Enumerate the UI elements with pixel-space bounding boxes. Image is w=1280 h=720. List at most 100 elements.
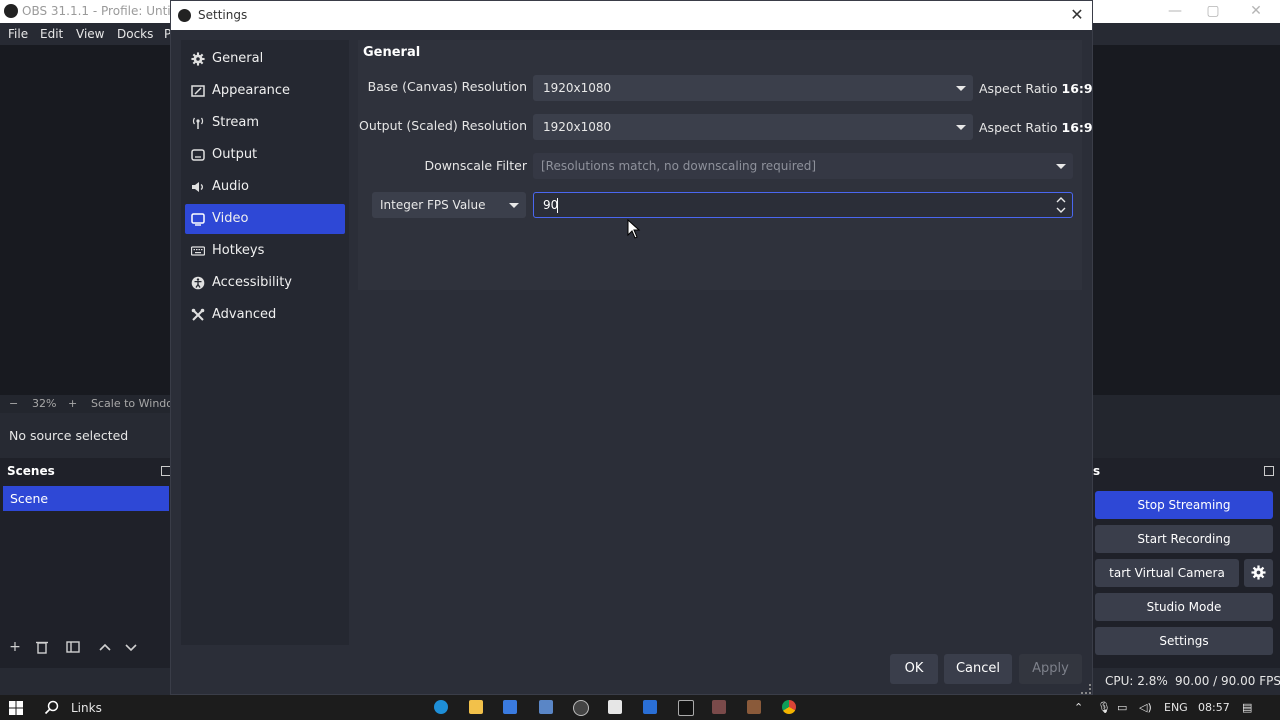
obs-taskbar-icon[interactable] <box>573 700 589 716</box>
nav-item-hotkeys[interactable]: Hotkeys <box>185 236 345 266</box>
network-icon[interactable]: ▭ <box>1117 701 1127 714</box>
studio-mode-button[interactable]: Studio Mode <box>1095 593 1273 621</box>
edge-icon[interactable] <box>434 700 448 714</box>
chevron-down-icon <box>502 192 526 218</box>
start-virtual-camera-button[interactable]: tart Virtual Camera <box>1095 559 1239 587</box>
source-bar: No source selected <box>0 413 170 458</box>
nav-item-video[interactable]: Video <box>185 204 345 234</box>
nav-item-stream[interactable]: Stream <box>185 108 345 138</box>
nav-item-general[interactable]: General <box>185 44 345 74</box>
nav-item-appearance[interactable]: Appearance <box>185 76 345 106</box>
cpu-usage: CPU: 2.8% <box>1105 674 1168 688</box>
fps-value-spinbox[interactable]: 90 <box>533 192 1073 218</box>
nav-label-stream: Stream <box>212 115 260 130</box>
move-up-icon[interactable] <box>96 638 114 656</box>
zoom-in-button[interactable]: + <box>68 397 77 410</box>
settings-dialog: Settings ✕ General Appearance Stream Out… <box>170 0 1093 695</box>
chevron-down-icon <box>1049 153 1073 179</box>
move-down-icon[interactable] <box>122 638 140 656</box>
scene-list-item[interactable]: Scene <box>3 486 169 511</box>
add-scene-icon[interactable]: + <box>6 638 24 656</box>
virtual-camera-settings-button[interactable] <box>1244 559 1273 587</box>
scale-mode[interactable]: Scale to Window <box>91 397 182 410</box>
zoom-out-button[interactable]: − <box>9 397 18 410</box>
broadcast-icon <box>191 116 205 130</box>
chevron-down-icon <box>949 114 973 140</box>
search-icon[interactable] <box>44 700 59 715</box>
preview-area[interactable] <box>0 45 170 395</box>
apply-button[interactable]: Apply <box>1019 654 1082 684</box>
output-resolution-select[interactable]: 1920x1080 <box>533 114 973 140</box>
app-icon-2[interactable] <box>643 700 657 714</box>
nav-item-advanced[interactable]: Advanced <box>185 300 345 330</box>
settings-button[interactable]: Settings <box>1095 627 1273 655</box>
keyboard-app-icon[interactable] <box>539 700 553 714</box>
source-status: No source selected <box>9 428 129 443</box>
tiktok-icon[interactable] <box>678 700 694 716</box>
menu-docks[interactable]: Docks <box>117 27 153 41</box>
controls-title: s <box>1093 464 1101 478</box>
obs-logo-icon <box>178 9 191 22</box>
output-resolution-value: 1920x1080 <box>543 120 612 134</box>
base-resolution-label: Base (Canvas) Resolution <box>367 79 527 94</box>
filters-icon[interactable] <box>64 638 82 656</box>
dialog-titlebar: Settings ✕ <box>171 1 1092 30</box>
search-label[interactable]: Links <box>71 701 102 715</box>
downscale-filter-select[interactable]: [Resolutions match, no downscaling requi… <box>533 153 1073 179</box>
speaker-icon <box>191 180 205 194</box>
clock[interactable]: 08:57 <box>1198 701 1230 714</box>
close-icon[interactable]: ✕ <box>1247 2 1265 20</box>
stop-streaming-button[interactable]: Stop Streaming <box>1095 491 1273 519</box>
language-indicator[interactable]: ENG <box>1164 701 1188 714</box>
maximize-icon[interactable]: ▢ <box>1204 2 1222 20</box>
keyboard-icon <box>191 244 205 258</box>
microphone-icon[interactable]: 🎙 <box>1097 701 1111 714</box>
minimize-icon[interactable]: — <box>1166 2 1184 20</box>
volume-icon[interactable]: ◁) <box>1139 701 1152 714</box>
chrome-icon[interactable] <box>782 700 796 714</box>
output-resolution-label: Output (Scaled) Resolution <box>359 118 527 133</box>
video-settings-panel: General Base (Canvas) Resolution 1920x10… <box>358 40 1093 290</box>
nav-item-accessibility[interactable]: Accessibility <box>185 268 345 298</box>
ok-button[interactable]: OK <box>890 654 938 684</box>
section-title: General <box>363 45 421 60</box>
resize-grip-icon[interactable] <box>1081 684 1091 694</box>
gear-icon <box>1251 565 1266 580</box>
file-explorer-icon[interactable] <box>469 700 483 714</box>
app-icon-3[interactable] <box>712 700 726 714</box>
nav-label-audio: Audio <box>212 179 249 194</box>
downscale-filter-label: Downscale Filter <box>424 158 527 173</box>
app-icon-4[interactable] <box>747 700 761 714</box>
accessibility-icon <box>191 276 205 290</box>
nav-item-audio[interactable]: Audio <box>185 172 345 202</box>
base-resolution-select[interactable]: 1920x1080 <box>533 75 973 101</box>
nav-label-accessibility: Accessibility <box>212 275 292 290</box>
nav-item-output[interactable]: Output <box>185 140 345 170</box>
fps-type-select[interactable]: Integer FPS Value <box>372 192 526 218</box>
remove-scene-icon[interactable] <box>33 638 51 656</box>
menu-edit[interactable]: Edit <box>40 27 63 41</box>
nav-label-hotkeys: Hotkeys <box>212 243 265 258</box>
app-icon-1[interactable] <box>608 700 622 714</box>
base-aspect-ratio: Aspect Ratio 16:9 <box>979 81 1093 96</box>
nav-label-video: Video <box>212 211 249 226</box>
tray-chevron-icon[interactable]: ⌃ <box>1074 701 1083 714</box>
fps-value: 90 <box>543 198 559 212</box>
undock-icon[interactable] <box>1264 466 1274 476</box>
scenes-title: Scenes <box>7 464 55 478</box>
mouse-cursor-icon <box>627 219 641 239</box>
right-mid-strip <box>1093 395 1280 458</box>
start-recording-button[interactable]: Start Recording <box>1095 525 1273 553</box>
downscale-filter-value: [Resolutions match, no downscaling requi… <box>541 159 817 173</box>
chevron-down-icon <box>949 75 973 101</box>
windows-start-icon[interactable] <box>9 701 23 715</box>
monitor-icon <box>191 212 205 226</box>
menu-file[interactable]: File <box>8 27 28 41</box>
menu-view[interactable]: View <box>76 27 104 41</box>
tools-icon <box>191 308 205 322</box>
cancel-button[interactable]: Cancel <box>944 654 1012 684</box>
close-icon[interactable]: ✕ <box>1067 5 1087 25</box>
store-icon[interactable] <box>503 700 517 714</box>
spin-arrows-icon[interactable] <box>1054 195 1068 215</box>
notifications-icon[interactable]: ▤ <box>1242 701 1252 714</box>
